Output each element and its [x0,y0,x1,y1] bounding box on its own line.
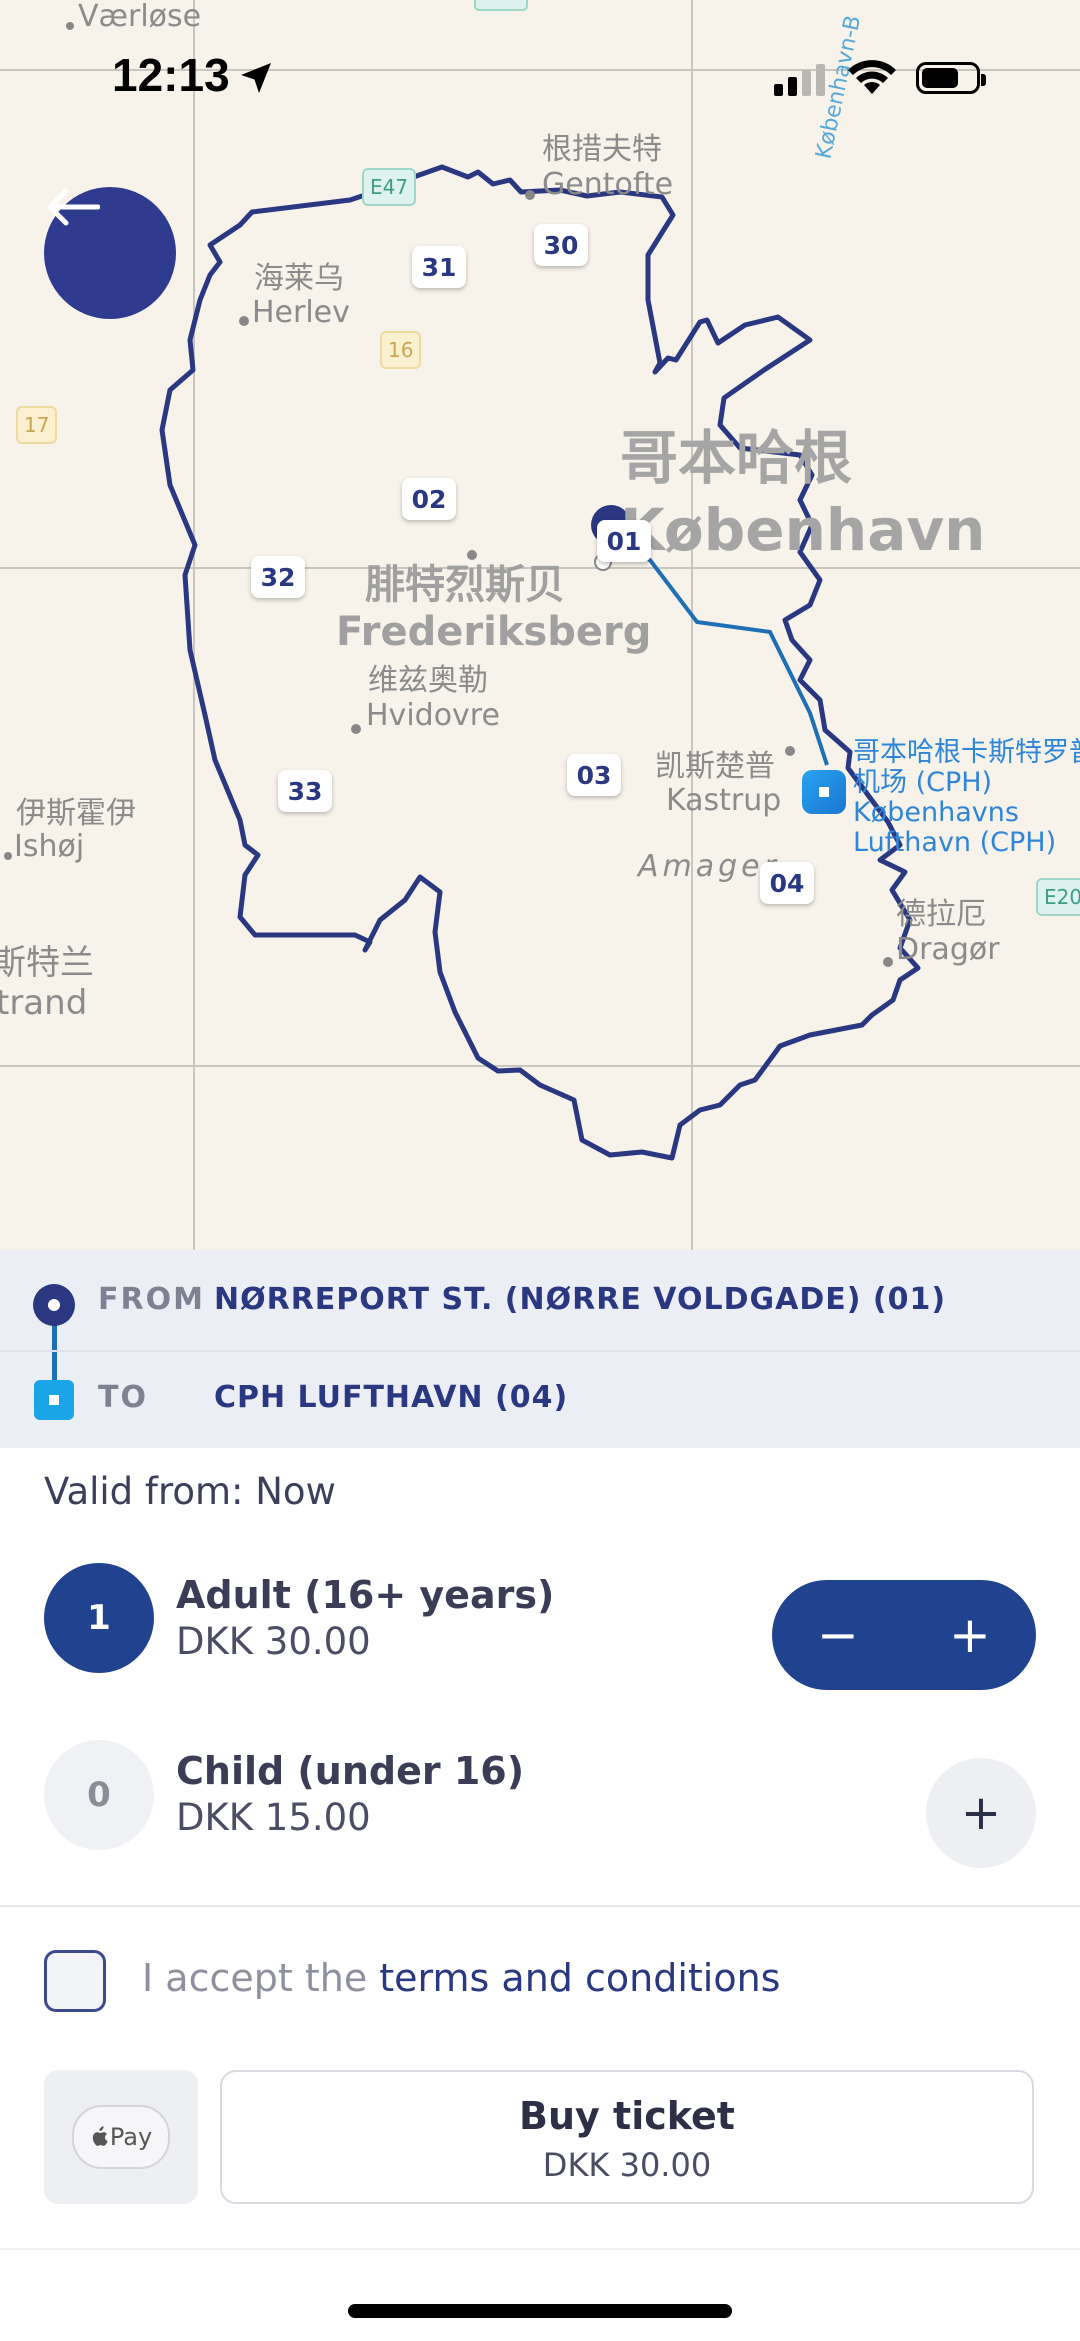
place-hvidovre: Hvidovre [366,698,500,733]
terms-prefix: I accept the [142,1956,380,2000]
terms-checkbox[interactable] [44,1950,106,2012]
from-value: NØRREPORT ST. (NØRRE VOLDGADE) (01) [214,1282,947,1317]
place-herlev: Herlev [252,295,350,330]
route-divider [0,1350,1080,1352]
to-value: CPH LUFTHAVN (04) [214,1380,569,1415]
terms-link[interactable]: terms and conditions [379,1956,780,2000]
child-increment-button[interactable]: + [926,1758,1036,1868]
place-strand-zh: 斯特兰 [0,943,94,983]
arrow-left-icon [47,188,100,226]
road-16: 16 [380,331,422,369]
section-divider [0,1905,1080,1907]
bottom-divider [0,2248,1080,2250]
place-ishoj-zh: 伊斯霍伊 [16,796,136,831]
status-bar: 12:13 [0,0,1080,150]
map-view[interactable]: København-B Værløse 根措夫特 Gentofte 海莱乌 He… [0,0,1080,1250]
buy-ticket-price: DKK 30.00 [542,2146,712,2184]
place-hvidovre-zh: 维兹奥勒 [368,663,488,698]
to-label: TO [98,1380,148,1415]
adult-price: DKK 30.00 [176,1620,371,1663]
apple-pay-button[interactable]: Pay [44,2070,198,2204]
place-kastrup: Kastrup [666,783,782,818]
airport-pin-icon[interactable] [802,770,846,814]
place-copenhagen: København [620,496,986,564]
place-ishoj: Ishøj [14,829,85,864]
from-label: FROM [98,1282,205,1317]
airport-label-zh-2: 机场 (CPH) [853,767,993,798]
back-button[interactable] [44,187,176,319]
apple-logo-icon [92,2126,108,2146]
place-gentofte: Gentofte [542,167,674,202]
place-frederiksberg-zh: 腓特烈斯贝 [365,562,565,608]
place-strand: trand [0,983,88,1023]
adult-decrement-button[interactable]: − [772,1580,904,1690]
apple-pay-badge: Pay [72,2105,170,2169]
zone-03[interactable]: 03 [567,754,621,796]
battery-icon [916,62,986,94]
zone-02[interactable]: 02 [402,478,456,520]
place-copenhagen-zh: 哥本哈根 [620,424,853,492]
valid-from-text: Valid from: Now [44,1470,336,1513]
adult-increment-button[interactable]: + [904,1580,1036,1690]
place-dragor: Dragør [896,932,1000,967]
airport-label-zh-1: 哥本哈根卡斯特罗普 [853,737,1080,768]
wifi-icon [848,60,896,94]
place-dragor-zh: 德拉厄 [896,897,986,932]
airport-label-2: Lufthavn (CPH) [853,827,1057,858]
adult-count-badge: 1 [44,1563,154,1673]
buy-ticket-label: Buy ticket [519,2094,735,2138]
zone-01[interactable]: 01 [597,520,651,562]
zone-30[interactable]: 30 [534,224,588,266]
from-row[interactable]: FROM NØRREPORT ST. (NØRRE VOLDGADE) (01) [0,1250,1080,1348]
zone-33[interactable]: 33 [278,770,332,812]
zone-31[interactable]: 31 [412,246,466,288]
place-amager: Amager [638,849,780,884]
place-herlev-zh: 海莱乌 [254,261,344,296]
child-count-badge: 0 [44,1740,154,1850]
adult-type-label: Adult (16+ years) [176,1573,555,1617]
child-price: DKK 15.00 [176,1796,371,1839]
road-17: 17 [16,406,58,444]
child-type-label: Child (under 16) [176,1749,525,1793]
home-indicator[interactable] [348,2304,732,2318]
road-e47: E47 [362,168,417,206]
airport-label-1: Københavns [853,797,1019,828]
road-e20: E20 [1036,878,1080,916]
zone-04[interactable]: 04 [760,862,814,904]
buy-ticket-button[interactable]: Buy ticket DKK 30.00 [220,2070,1034,2204]
place-kastrup-zh: 凯斯楚普 [655,749,775,784]
apple-pay-label: Pay [109,2123,153,2151]
adult-quantity-stepper: − + [772,1580,1036,1690]
terms-text: I accept the terms and conditions [142,1956,780,2000]
place-frederiksberg: Frederiksberg [336,609,652,655]
location-arrow-icon [241,63,271,93]
zone-32[interactable]: 32 [251,556,305,598]
status-time: 12:13 [112,49,230,101]
to-row[interactable]: TO CPH LUFTHAVN (04) [0,1350,1080,1448]
route-panel: FROM NØRREPORT ST. (NØRRE VOLDGADE) (01)… [0,1250,1080,1448]
cellular-signal-icon [774,64,825,96]
